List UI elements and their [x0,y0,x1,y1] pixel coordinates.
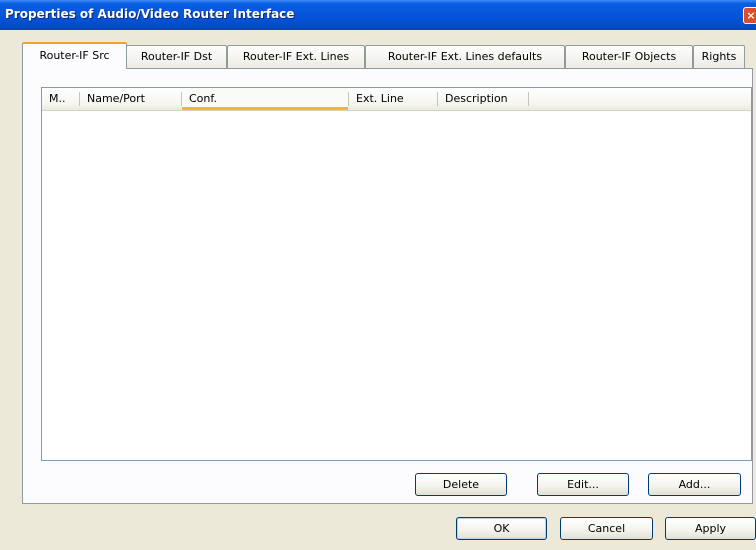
column-header-description[interactable]: Description [438,88,528,110]
apply-button[interactable]: Apply [665,517,756,540]
close-icon[interactable]: × [743,7,756,24]
tab-router-if-ext-lines-defaults[interactable]: Router-IF Ext. Lines defaults [365,45,565,68]
title-bar[interactable]: Properties of Audio/Video Router Interfa… [0,0,756,30]
column-divider[interactable] [528,92,529,106]
tab-rights[interactable]: Rights [693,45,745,68]
column-header-ext-line[interactable]: Ext. Line [349,88,437,110]
tab-router-if-src[interactable]: Router-IF Src [22,42,127,69]
add-button[interactable]: Add... [648,473,741,496]
tab-router-if-dst[interactable]: Router-IF Dst [126,45,227,68]
delete-button[interactable]: Delete [415,473,507,496]
ok-button[interactable]: OK [456,517,547,540]
column-header-name-port[interactable]: Name/Port [80,88,181,110]
window-title: Properties of Audio/Video Router Interfa… [5,7,295,21]
column-header-m[interactable]: M.. [42,88,79,110]
source-list[interactable]: M.. Name/Port Conf. Ext. Line Descriptio… [41,87,752,461]
edit-button[interactable]: Edit... [537,473,629,496]
tab-router-if-ext-lines[interactable]: Router-IF Ext. Lines [227,45,365,68]
list-header: M.. Name/Port Conf. Ext. Line Descriptio… [42,88,751,111]
cancel-button[interactable]: Cancel [560,517,653,540]
tab-router-if-objects[interactable]: Router-IF Objects [565,45,693,68]
column-header-conf[interactable]: Conf. [182,88,348,110]
list-body[interactable] [42,111,751,460]
